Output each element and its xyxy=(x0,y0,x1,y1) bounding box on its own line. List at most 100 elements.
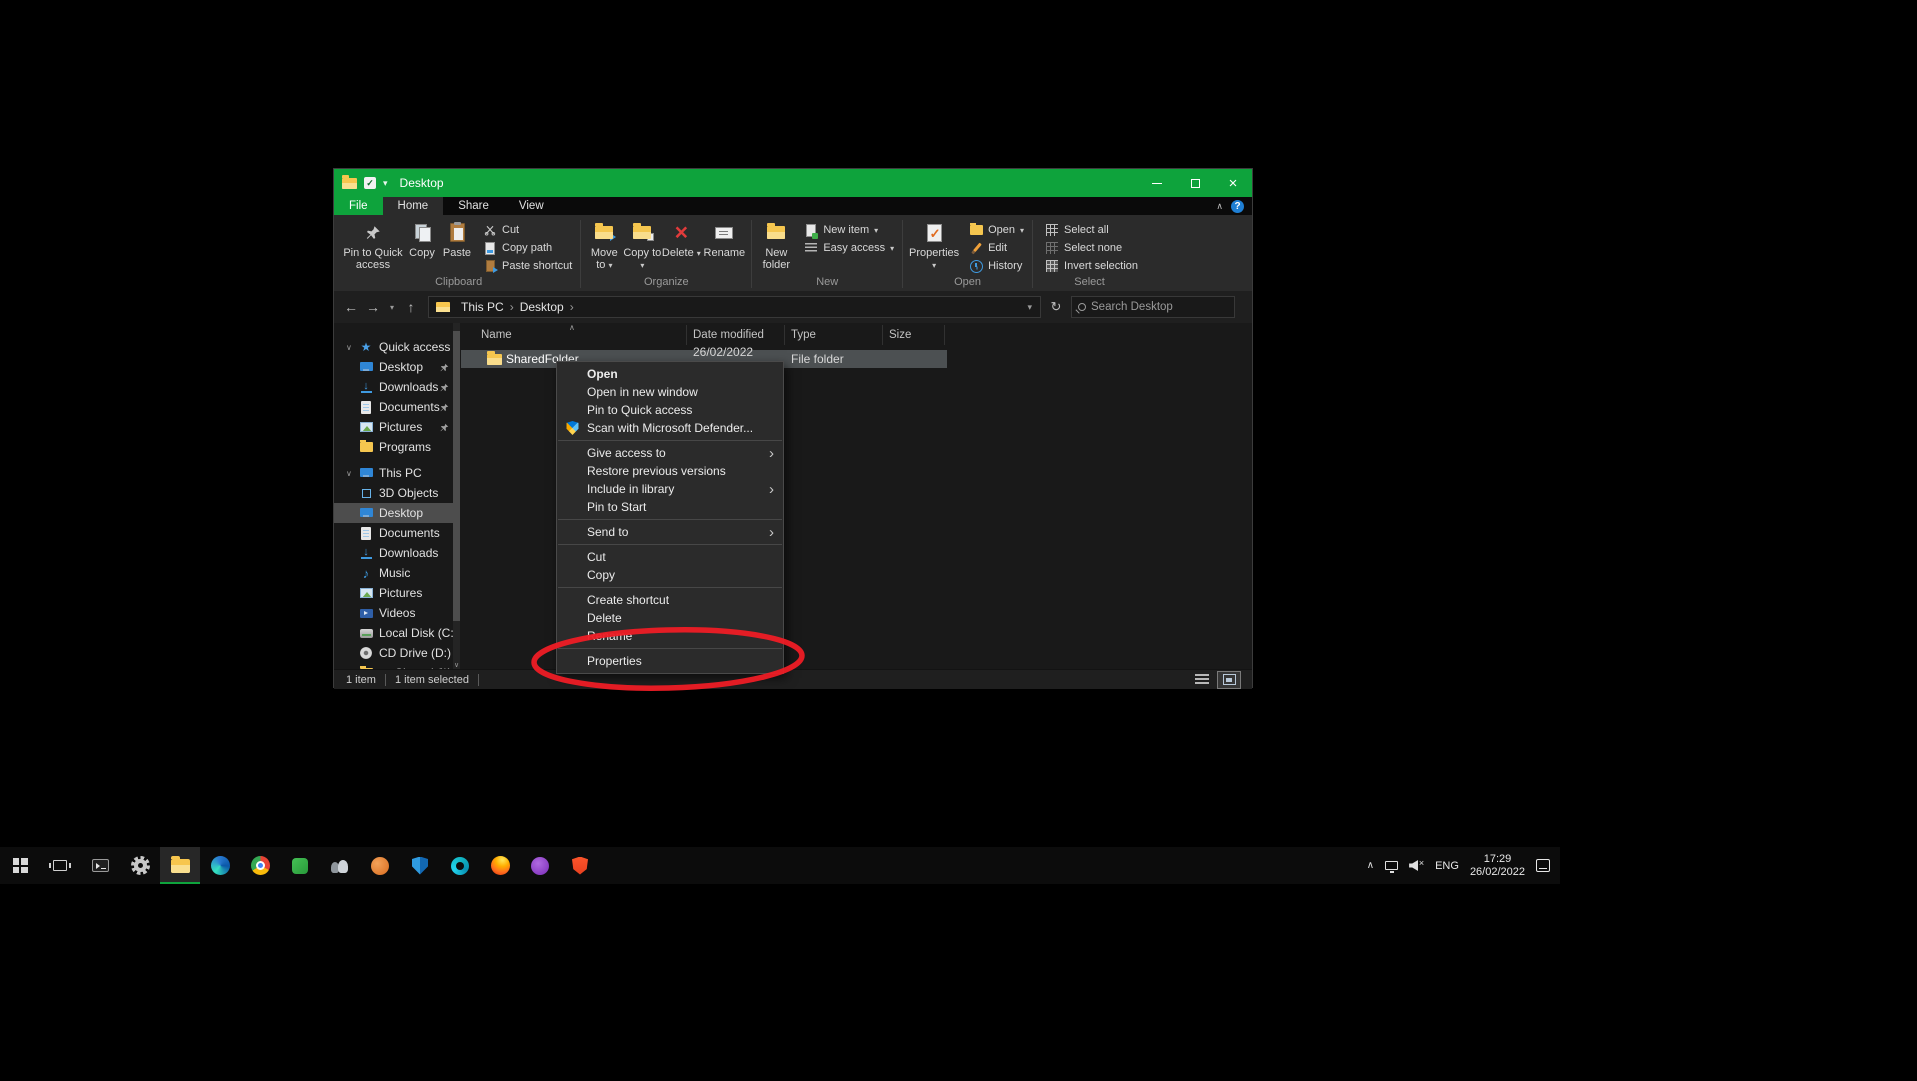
taskbar-app-brave[interactable] xyxy=(560,847,600,884)
scrollbar-thumb[interactable] xyxy=(453,331,460,621)
back-button[interactable]: ← xyxy=(342,299,360,315)
menu-item-give-access-to[interactable]: Give access to › xyxy=(557,444,783,462)
new-folder-button[interactable]: New folder xyxy=(756,217,796,271)
sidebar-scrollbar[interactable]: ∨ xyxy=(453,323,460,669)
select-all-button[interactable]: Select all xyxy=(1041,221,1142,239)
action-center-icon[interactable] xyxy=(1536,859,1550,872)
taskbar-app-edge[interactable] xyxy=(200,847,240,884)
column-header-name[interactable]: ∧ Name xyxy=(461,325,687,345)
open-button[interactable]: Open ▾ xyxy=(965,221,1028,239)
large-icons-view-button[interactable] xyxy=(1218,672,1240,688)
sidebar-item-3d-objects[interactable]: 3D Objects xyxy=(334,483,453,503)
taskbar-app-green-box[interactable] xyxy=(280,847,320,884)
menu-item-open-in-new-window[interactable]: Open in new window xyxy=(557,383,783,401)
sidebar-item-local-disk-c[interactable]: Local Disk (C:) xyxy=(334,623,453,643)
taskbar-app-file-explorer[interactable] xyxy=(160,847,200,884)
minimize-button[interactable] xyxy=(1138,169,1176,197)
menu-item-scan-with-microsoft-defender[interactable]: Scan with Microsoft Defender... xyxy=(557,419,783,437)
details-view-button[interactable] xyxy=(1191,672,1213,688)
rename-button[interactable]: Rename xyxy=(701,217,747,259)
taskbar-app-orange[interactable] xyxy=(360,847,400,884)
new-item-button[interactable]: New item ▾ xyxy=(800,221,898,239)
menu-item-cut[interactable]: Cut xyxy=(557,548,783,566)
tab-share[interactable]: Share xyxy=(443,197,504,215)
taskbar-app-teal[interactable] xyxy=(440,847,480,884)
sidebar-item-pictures-quick[interactable]: Pictures xyxy=(334,417,453,437)
menu-item-pin-to-quick-access[interactable]: Pin to Quick access xyxy=(557,401,783,419)
copy-button[interactable]: Copy xyxy=(405,217,439,259)
sidebar-item-documents-quick[interactable]: Documents xyxy=(334,397,453,417)
sidebar-item-documents[interactable]: Documents xyxy=(334,523,453,543)
taskbar-app-chrome[interactable] xyxy=(240,847,280,884)
menu-item-copy[interactable]: Copy xyxy=(557,566,783,584)
recent-locations-dropdown-icon[interactable]: ▾ xyxy=(386,303,398,312)
menu-item-delete[interactable]: Delete xyxy=(557,609,783,627)
sidebar-item-downloads-quick[interactable]: ↓ Downloads xyxy=(334,377,453,397)
paste-shortcut-button[interactable]: Paste shortcut xyxy=(479,257,576,275)
properties-button[interactable]: ✓ Properties ▾ xyxy=(907,217,961,272)
sidebar-item-desktop[interactable]: Desktop xyxy=(334,503,453,523)
taskbar-app-people[interactable] xyxy=(320,847,360,884)
menu-item-send-to[interactable]: Send to › xyxy=(557,523,783,541)
forward-button[interactable]: → xyxy=(364,299,382,315)
tab-view[interactable]: View xyxy=(504,197,559,215)
menu-item-rename[interactable]: Rename xyxy=(557,627,783,645)
help-icon[interactable]: ? xyxy=(1231,200,1244,213)
move-to-button[interactable]: Move to ▾ xyxy=(585,217,623,272)
copy-to-button[interactable]: Copy to ▾ xyxy=(623,217,661,272)
address-dropdown-icon[interactable]: ▾ xyxy=(1027,302,1036,313)
sidebar-item-vmshared[interactable]: vmShared (\\VB... xyxy=(334,663,453,669)
start-button[interactable] xyxy=(0,847,40,884)
language-indicator[interactable]: ENG xyxy=(1435,860,1459,872)
menu-item-restore-previous-versions[interactable]: Restore previous versions xyxy=(557,462,783,480)
delete-button[interactable]: × Delete ▾ xyxy=(661,217,701,260)
menu-item-include-in-library[interactable]: Include in library › xyxy=(557,480,783,498)
scroll-down-icon[interactable]: ∨ xyxy=(453,661,460,669)
tab-file[interactable]: File xyxy=(334,197,383,215)
easy-access-button[interactable]: Easy access ▾ xyxy=(800,239,898,257)
sidebar-item-pictures[interactable]: Pictures xyxy=(334,583,453,603)
menu-item-create-shortcut[interactable]: Create shortcut xyxy=(557,591,783,609)
properties-shortcut-icon[interactable]: ✓ xyxy=(364,177,376,189)
task-view-button[interactable] xyxy=(40,847,80,884)
sidebar-item-quick-access[interactable]: ∨ ★ Quick access xyxy=(334,337,453,357)
close-button[interactable]: × xyxy=(1214,169,1252,197)
pin-to-quick-access-button[interactable]: Pin to Quick access xyxy=(341,217,405,271)
refresh-button[interactable]: ↻ xyxy=(1045,299,1067,315)
sidebar-item-music[interactable]: ♪ Music xyxy=(334,563,453,583)
volume-muted-icon[interactable] xyxy=(1409,860,1424,871)
clock[interactable]: 17:29 26/02/2022 xyxy=(1470,853,1525,879)
history-button[interactable]: History xyxy=(965,257,1028,275)
menu-item-open[interactable]: Open xyxy=(557,365,783,383)
breadcrumb-this-pc[interactable]: This PC xyxy=(455,300,510,314)
invert-selection-button[interactable]: Invert selection xyxy=(1041,257,1142,275)
search-input[interactable] xyxy=(1091,301,1228,313)
column-header-size[interactable]: Size xyxy=(883,325,945,345)
taskbar-app-settings[interactable] xyxy=(120,847,160,884)
cut-button[interactable]: Cut xyxy=(479,221,576,239)
paste-button[interactable]: Paste xyxy=(439,217,475,259)
taskbar-app-security[interactable] xyxy=(400,847,440,884)
breadcrumb-desktop[interactable]: Desktop xyxy=(514,300,570,314)
tab-home[interactable]: Home xyxy=(383,197,444,215)
sidebar-item-programs[interactable]: Programs xyxy=(334,437,453,457)
chevron-down-icon[interactable]: ∨ xyxy=(346,343,359,352)
taskbar-app-purple[interactable] xyxy=(520,847,560,884)
sidebar-item-this-pc[interactable]: ∨ This PC xyxy=(334,463,453,483)
sidebar-item-videos[interactable]: Videos xyxy=(334,603,453,623)
breadcrumb-chevron-icon[interactable]: › xyxy=(570,300,574,314)
customize-toolbar-dropdown-icon[interactable]: ▾ xyxy=(383,178,388,189)
menu-item-properties[interactable]: Properties xyxy=(557,652,783,670)
sidebar-item-downloads[interactable]: ↓ Downloads xyxy=(334,543,453,563)
column-header-date-modified[interactable]: Date modified xyxy=(687,325,785,345)
sidebar-item-cd-drive-d[interactable]: CD Drive (D:) Vir xyxy=(334,643,453,663)
hidden-icons-chevron-icon[interactable]: ∧ xyxy=(1367,860,1374,871)
column-header-type[interactable]: Type xyxy=(785,325,883,345)
edit-button[interactable]: Edit xyxy=(965,239,1028,257)
select-none-button[interactable]: Select none xyxy=(1041,239,1142,257)
menu-item-pin-to-start[interactable]: Pin to Start xyxy=(557,498,783,516)
title-bar[interactable]: ✓ ▾ Desktop × xyxy=(334,169,1252,197)
address-breadcrumb-bar[interactable]: This PC › Desktop › ▾ xyxy=(428,296,1041,318)
taskbar-app-terminal[interactable] xyxy=(80,847,120,884)
network-icon[interactable] xyxy=(1385,861,1398,870)
